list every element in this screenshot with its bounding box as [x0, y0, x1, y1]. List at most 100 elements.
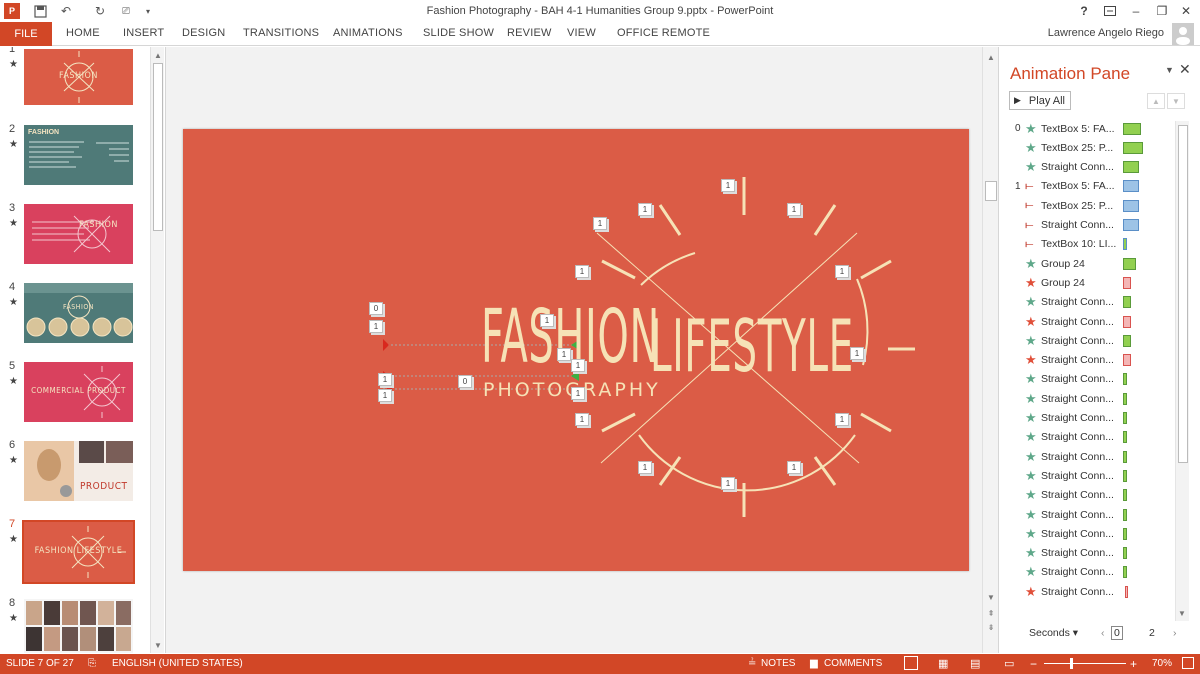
slide-thumbnail-2[interactable]: FASHION [24, 125, 133, 185]
spell-check-icon[interactable]: ⎘ [88, 658, 96, 669]
animation-item[interactable]: ★ Group 24 [1015, 273, 1175, 292]
animation-tag[interactable]: 1 [721, 477, 735, 490]
animation-tag[interactable]: 0 [458, 375, 472, 388]
animation-item[interactable]: ★ Straight Conn... [1015, 466, 1175, 485]
pane-options-icon[interactable]: ▼ [1165, 65, 1174, 75]
language-indicator[interactable]: ENGLISH (UNITED STATES) [112, 658, 243, 669]
slide-thumbnail-4[interactable]: FASHION [24, 283, 133, 343]
timing-bar[interactable] [1123, 122, 1141, 135]
animation-item[interactable]: ★ Straight Conn... [1015, 428, 1175, 447]
zoom-slider-thumb[interactable] [1070, 658, 1073, 669]
animation-item[interactable]: ★ TextBox 25: P... [1015, 138, 1175, 157]
slide-thumbnail-8[interactable] [24, 599, 133, 653]
scroll-down-arrow-icon[interactable]: ▼ [983, 591, 999, 603]
animation-item[interactable]: ★ Straight Conn... [1015, 505, 1175, 524]
slide-thumbnail-3[interactable]: FASHION [24, 204, 133, 264]
timing-bar[interactable] [1123, 489, 1127, 502]
animation-item[interactable]: ⟝ TextBox 25: P... [1015, 196, 1175, 215]
animation-item[interactable]: ★ Straight Conn... [1015, 331, 1175, 350]
animation-item[interactable]: ⟝ Straight Conn... [1015, 216, 1175, 235]
timing-bar[interactable] [1125, 585, 1128, 598]
slide-show-icon[interactable]: ▭ [1004, 657, 1014, 670]
animation-item[interactable]: ⟝ TextBox 10: LI... [1015, 235, 1175, 254]
previous-slide-icon[interactable]: ⇞ [983, 607, 999, 619]
tab-insert[interactable]: INSERT [123, 27, 164, 39]
animation-tag[interactable]: 1 [575, 413, 589, 426]
animation-tag[interactable]: 1 [369, 320, 383, 333]
animation-tag[interactable]: 1 [638, 461, 652, 474]
animation-item[interactable]: 1 ⟝ TextBox 5: FA... [1015, 177, 1175, 196]
animation-tag[interactable]: 1 [557, 348, 571, 361]
tab-file[interactable]: FILE [0, 22, 52, 46]
scrollbar-thumb[interactable] [1178, 125, 1188, 463]
animation-item[interactable]: ★ Straight Conn... [1015, 158, 1175, 177]
timing-bar[interactable] [1123, 469, 1127, 482]
timing-bar[interactable] [1123, 412, 1127, 424]
animation-item[interactable]: ★ Straight Conn... [1015, 582, 1175, 601]
animation-item[interactable]: ★ Straight Conn... [1015, 544, 1175, 563]
animation-tag[interactable]: 1 [593, 217, 607, 230]
animation-item[interactable]: ★ Straight Conn... [1015, 409, 1175, 428]
animation-tag[interactable]: 0 [369, 302, 383, 315]
animation-tag[interactable]: 1 [571, 359, 585, 372]
slide-title-lifestyle[interactable]: LIFESTYLE [650, 310, 854, 382]
timing-bar[interactable] [1123, 334, 1131, 347]
animation-tag[interactable]: 1 [378, 373, 392, 386]
tab-view[interactable]: VIEW [567, 27, 596, 39]
animation-item[interactable]: ★ Straight Conn... [1015, 486, 1175, 505]
timing-bar[interactable] [1123, 257, 1136, 270]
animation-tag[interactable]: 1 [787, 461, 801, 474]
timing-bar[interactable] [1123, 180, 1139, 193]
animation-tag[interactable]: 1 [835, 413, 849, 426]
tab-transitions[interactable]: TRANSITIONS [243, 27, 319, 39]
slide-thumbnail-6[interactable]: PRODUCT [24, 441, 133, 501]
animation-tag[interactable]: 1 [540, 314, 554, 327]
scrollbar-thumb[interactable] [153, 63, 163, 231]
move-up-icon[interactable]: ▲ [1147, 93, 1165, 109]
tab-office-remote[interactable]: OFFICE REMOTE [617, 27, 710, 39]
zoom-out-icon[interactable]: − [1030, 657, 1037, 671]
animation-item[interactable]: ★ Straight Conn... [1015, 293, 1175, 312]
comments-button[interactable]: COMMENTS [824, 658, 882, 669]
tab-review[interactable]: REVIEW [507, 27, 552, 39]
timeline-left-arrow-icon[interactable]: ‹ [1101, 627, 1105, 639]
timing-bar[interactable] [1123, 431, 1127, 444]
animation-item[interactable]: ★ Straight Conn... [1015, 312, 1175, 331]
play-all-button[interactable]: ▶ Play All [1009, 91, 1071, 110]
scroll-up-arrow-icon[interactable]: ▲ [983, 51, 999, 63]
zoom-in-icon[interactable]: + [1130, 657, 1137, 671]
restore-button[interactable]: ❐ [1152, 2, 1172, 20]
scroll-down-arrow-icon[interactable]: ▼ [1178, 609, 1186, 618]
animation-item[interactable]: 0 ★ TextBox 5: FA... [1015, 119, 1175, 138]
animation-item[interactable]: ★ Group 24 [1015, 254, 1175, 273]
animation-tag[interactable]: 1 [721, 179, 735, 192]
close-button[interactable]: ✕ [1176, 2, 1196, 20]
animation-item[interactable]: ★ Straight Conn... [1015, 447, 1175, 466]
scroll-down-arrow-icon[interactable]: ▼ [151, 639, 165, 651]
avatar[interactable] [1172, 23, 1194, 45]
move-down-icon[interactable]: ▼ [1167, 93, 1185, 109]
timing-bar[interactable] [1123, 315, 1131, 328]
tab-animations[interactable]: ANIMATIONS [333, 27, 403, 39]
animation-tag[interactable]: 1 [571, 387, 585, 400]
timing-bar[interactable] [1123, 373, 1127, 386]
timing-bar[interactable] [1123, 566, 1127, 579]
reading-view-icon[interactable]: ▤ [970, 657, 980, 670]
timing-bar[interactable] [1123, 527, 1127, 540]
animation-item[interactable]: ★ Straight Conn... [1015, 524, 1175, 543]
timing-bar[interactable] [1123, 354, 1131, 367]
slide-sorter-icon[interactable]: ▦ [938, 657, 948, 670]
timing-bar[interactable] [1123, 392, 1127, 405]
animation-item[interactable]: ★ Straight Conn... [1015, 370, 1175, 389]
seconds-dropdown[interactable]: Seconds ▾ [1029, 627, 1078, 639]
animation-tag[interactable]: 1 [638, 203, 652, 216]
animation-tag[interactable]: 1 [835, 265, 849, 278]
timing-bar[interactable] [1123, 161, 1139, 174]
timing-bar[interactable] [1123, 508, 1127, 521]
tab-design[interactable]: DESIGN [182, 27, 225, 39]
close-icon[interactable]: ✕ [1179, 61, 1191, 78]
animation-item[interactable]: ★ Straight Conn... [1015, 389, 1175, 408]
animation-tag[interactable]: 1 [378, 389, 392, 402]
next-slide-icon[interactable]: ⇟ [983, 621, 999, 633]
timing-bar[interactable] [1123, 450, 1127, 463]
